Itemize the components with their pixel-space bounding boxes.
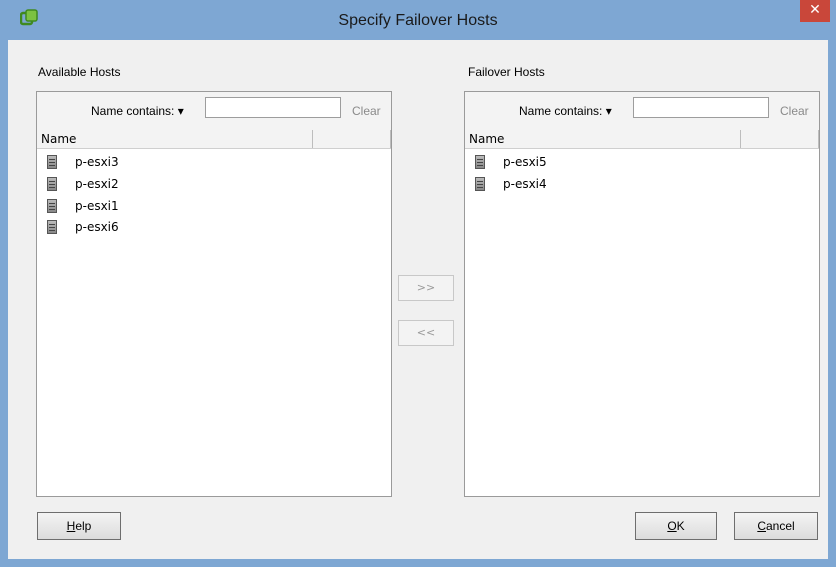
- failover-host-item[interactable]: p-esxi4: [475, 174, 547, 194]
- failover-host-item[interactable]: p-esxi5: [475, 152, 547, 172]
- available-host-item[interactable]: p-esxi1: [47, 196, 119, 216]
- remove-failover-button[interactable]: <<: [398, 320, 454, 346]
- available-filter-input[interactable]: [205, 97, 341, 118]
- failover-hosts-label: Failover Hosts: [468, 65, 545, 79]
- failover-name-column[interactable]: Name: [465, 130, 741, 148]
- window-title: Specify Failover Hosts: [338, 12, 498, 29]
- help-label: elp: [75, 519, 92, 533]
- available-extra-column[interactable]: [314, 130, 391, 148]
- available-hosts-label: Available Hosts: [38, 65, 121, 79]
- available-hosts-panel: Name contains: ▾ Clear Name p-esxi3 p-es…: [36, 91, 392, 497]
- available-host-item[interactable]: p-esxi6: [47, 217, 119, 237]
- help-button[interactable]: Help: [37, 512, 121, 540]
- host-name: p-esxi6: [75, 220, 119, 234]
- host-name: p-esxi4: [503, 177, 547, 191]
- host-name: p-esxi3: [75, 155, 119, 169]
- available-filter-bar: Name contains: ▾ Clear: [37, 92, 391, 131]
- host-name: p-esxi1: [75, 199, 119, 213]
- server-host-icon: [47, 219, 57, 234]
- title-bar[interactable]: Specify Failover Hosts ✕: [0, 0, 836, 40]
- available-column-header: Name: [37, 130, 391, 149]
- available-host-item[interactable]: p-esxi2: [47, 174, 119, 194]
- ok-mnemonic: O: [667, 519, 677, 533]
- ok-label: K: [676, 519, 685, 533]
- failover-column-header: Name: [465, 130, 819, 149]
- server-host-icon: [47, 176, 57, 191]
- server-host-icon: [475, 176, 485, 191]
- failover-hosts-panel: Name contains: ▾ Clear Name p-esxi5 p-es…: [464, 91, 820, 497]
- available-filter-dropdown[interactable]: Name contains: ▾: [91, 104, 184, 118]
- ok-button[interactable]: OK: [635, 512, 717, 540]
- host-name: p-esxi2: [75, 177, 119, 191]
- failover-clear-link[interactable]: Clear: [780, 104, 809, 118]
- cancel-button[interactable]: Cancel: [734, 512, 818, 540]
- close-button[interactable]: ✕: [800, 0, 830, 22]
- failover-filter-bar: Name contains: ▾ Clear: [465, 92, 819, 131]
- available-clear-link[interactable]: Clear: [352, 104, 381, 118]
- failover-extra-column[interactable]: [742, 130, 819, 148]
- dialog-window: Specify Failover Hosts ✕ Available Hosts…: [0, 0, 836, 567]
- server-host-icon: [475, 154, 485, 169]
- failover-filter-dropdown[interactable]: Name contains: ▾: [519, 104, 612, 118]
- cancel-mnemonic: C: [757, 519, 766, 533]
- host-name: p-esxi5: [503, 155, 547, 169]
- server-host-icon: [47, 154, 57, 169]
- cancel-label: ancel: [765, 519, 795, 533]
- server-host-icon: [47, 198, 57, 213]
- dialog-client-area: Available Hosts Name contains: ▾ Clear N…: [8, 40, 828, 559]
- available-host-item[interactable]: p-esxi3: [47, 152, 119, 172]
- failover-filter-input[interactable]: [633, 97, 769, 118]
- available-name-column[interactable]: Name: [37, 130, 313, 148]
- add-failover-button[interactable]: >>: [398, 275, 454, 301]
